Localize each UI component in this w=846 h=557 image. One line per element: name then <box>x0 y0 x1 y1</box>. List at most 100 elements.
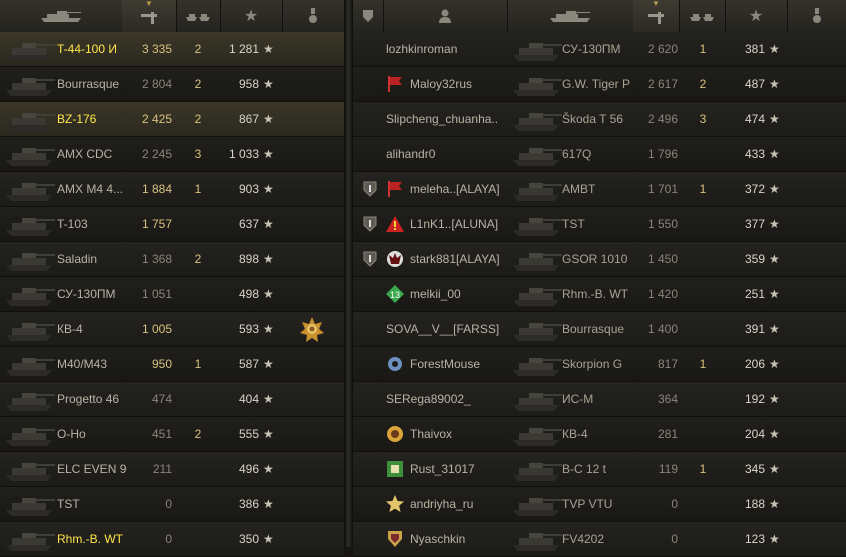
player-name[interactable]: Maloy32rus <box>410 67 503 101</box>
tanks-icon <box>186 14 210 21</box>
table-row[interactable]: Rhm.-B. WT 0 350 ★ <box>0 522 344 557</box>
player-name[interactable]: ForestMouse <box>410 347 503 381</box>
player-name[interactable]: Thaivox <box>410 417 503 451</box>
tank-name: Rhm.-B. WT <box>562 287 628 301</box>
table-row[interactable]: M40/M43 950 1 587 ★ <box>0 347 344 382</box>
player-name[interactable]: Slipcheng_chuanha.. <box>386 102 503 136</box>
player-name[interactable]: stark881[ALAYA] <box>410 242 503 276</box>
tank-name: Škoda T 56 <box>562 112 623 126</box>
player-name[interactable]: SOVA__V__[FARSS] <box>386 312 503 346</box>
table-row[interactable]: Saladin 1 368 2 898 ★ <box>0 242 344 277</box>
xp-value: 898 <box>238 252 259 266</box>
xp-value: 555 <box>238 427 259 441</box>
xp-value: 391 <box>744 322 765 336</box>
star-icon: ★ <box>263 252 274 266</box>
star-icon: ★ <box>263 182 274 196</box>
star-icon: ★ <box>769 147 780 161</box>
xp-value: 474 <box>744 112 765 126</box>
player-name[interactable]: SERega89002_ <box>386 382 503 416</box>
clan-shield-icon[interactable] <box>363 216 377 232</box>
table-row[interactable]: T-44-100 И 3 335 2 1 281 ★ <box>0 32 344 67</box>
xp-column-header[interactable]: ★ <box>220 0 283 32</box>
flag-icon <box>385 179 405 199</box>
damage-column-header[interactable]: ▼ <box>122 0 177 32</box>
tank-column-header[interactable] <box>507 0 634 32</box>
star-icon: ★ <box>769 427 780 441</box>
blocked-column-header[interactable] <box>176 0 221 32</box>
damage-column-header[interactable]: ▼ <box>633 0 680 32</box>
clan-shield-icon[interactable] <box>363 181 377 197</box>
clan-shield-icon[interactable] <box>363 251 377 267</box>
xp-value: 377 <box>744 217 765 231</box>
table-row[interactable]: meleha..[ALAYA] AMBT 1 701 1 372 ★ <box>353 172 846 207</box>
blocked-value <box>685 522 721 556</box>
table-row[interactable]: TST 0 386 ★ <box>0 487 344 522</box>
table-row[interactable]: Maloy32rus G.W. Tiger P 2 617 2 487 ★ <box>353 67 846 102</box>
table-row[interactable]: SOVA__V__[FARSS] Bourrasque 1 400 391 ★ <box>353 312 846 347</box>
table-row[interactable]: ForestMouse Skorpion G 817 1 206 ★ <box>353 347 846 382</box>
table-row[interactable]: Slipcheng_chuanha.. Škoda T 56 2 496 3 474 ★ <box>353 102 846 137</box>
table-row[interactable]: andriyha_ru TVP VTU 0 188 ★ <box>353 487 846 522</box>
tank-image <box>509 490 565 518</box>
tank-name: Rhm.-B. WT <box>57 532 123 546</box>
blocked-value <box>180 312 216 346</box>
table-row[interactable]: AMX CDC 2 245 3 1 033 ★ <box>0 137 344 172</box>
player-column-header[interactable] <box>383 0 508 32</box>
xp-value: 867 <box>238 112 259 126</box>
table-row[interactable]: 13 melkii_00 Rhm.-B. WT 1 420 251 ★ <box>353 277 846 312</box>
blocked-value: 2 <box>194 112 202 126</box>
clan-column-header[interactable] <box>353 0 384 32</box>
table-row[interactable]: stark881[ALAYA] GSOR 1010 1 450 359 ★ <box>353 242 846 277</box>
star-icon: ★ <box>263 462 274 476</box>
tank-name: ИС-М <box>562 392 594 406</box>
damage-value: 211 <box>152 462 172 476</box>
xp-value: 958 <box>238 77 259 91</box>
player-name[interactable]: andriyha_ru <box>410 487 503 521</box>
blocked-value <box>685 417 721 451</box>
table-row[interactable]: СУ-130ПМ 1 051 498 ★ <box>0 277 344 312</box>
player-name[interactable]: alihandr0 <box>386 137 503 171</box>
blocked-column-header[interactable] <box>679 0 726 32</box>
player-name[interactable]: Rust_31017 <box>410 452 503 486</box>
xp-value: 637 <box>238 217 259 231</box>
damage-value: 3 335 <box>141 42 172 56</box>
table-row[interactable]: alihandr0 617Q 1 796 433 ★ <box>353 137 846 172</box>
table-row[interactable]: КВ-4 1 005 593 ★ <box>0 312 344 347</box>
table-row[interactable]: L1nK1..[ALUNA] TST 1 550 377 ★ <box>353 207 846 242</box>
blocked-value <box>180 522 216 556</box>
damage-value: 0 <box>165 497 172 511</box>
damage-icon <box>141 12 157 24</box>
table-row[interactable]: O-Ho 451 2 555 ★ <box>0 417 344 452</box>
medal-icon[interactable] <box>299 316 325 342</box>
player-name[interactable]: L1nK1..[ALUNA] <box>410 207 503 241</box>
xp-value: 350 <box>238 532 259 546</box>
table-row[interactable]: Nyaschkin FV4202 0 123 ★ <box>353 522 846 557</box>
tank-image <box>509 105 565 133</box>
player-name[interactable]: meleha..[ALAYA] <box>410 172 503 206</box>
xp-value: 204 <box>744 427 765 441</box>
xp-value: 188 <box>744 497 765 511</box>
table-row[interactable]: SERega89002_ ИС-М 364 192 ★ <box>353 382 846 417</box>
table-row[interactable]: Progetto 46 474 404 ★ <box>0 382 344 417</box>
player-name[interactable]: Nyaschkin <box>410 522 503 556</box>
damage-value: 364 <box>657 392 678 406</box>
table-row[interactable]: AMX M4 4... 1 884 1 903 ★ <box>0 172 344 207</box>
table-row[interactable]: T-103 1 757 637 ★ <box>0 207 344 242</box>
xp-value: 359 <box>744 252 765 266</box>
tank-name: Bourrasque <box>57 77 120 91</box>
medal-column-header[interactable] <box>787 0 846 32</box>
table-row[interactable]: Rust_31017 В-С 12 t 119 1 345 ★ <box>353 452 846 487</box>
xp-column-header[interactable]: ★ <box>725 0 788 32</box>
player-name[interactable]: melkii_00 <box>410 277 503 311</box>
table-row[interactable]: ELC EVEN 90 211 496 ★ <box>0 452 344 487</box>
table-row[interactable]: Thaivox КВ-4 281 204 ★ <box>353 417 846 452</box>
table-row[interactable]: BZ-176 2 425 2 867 ★ <box>0 102 344 137</box>
table-row[interactable]: lozhkinroman СУ-130ПМ 2 620 1 381 ★ <box>353 32 846 67</box>
tank-name: BZ-176 <box>57 112 97 126</box>
medal-column-header[interactable] <box>282 0 344 32</box>
table-row[interactable]: Bourrasque 2 804 2 958 ★ <box>0 67 344 102</box>
tank-name: G.W. Tiger P <box>562 77 631 91</box>
star-icon: ★ <box>263 112 274 126</box>
player-name[interactable]: lozhkinroman <box>386 32 503 66</box>
tank-column-header[interactable] <box>0 0 123 32</box>
